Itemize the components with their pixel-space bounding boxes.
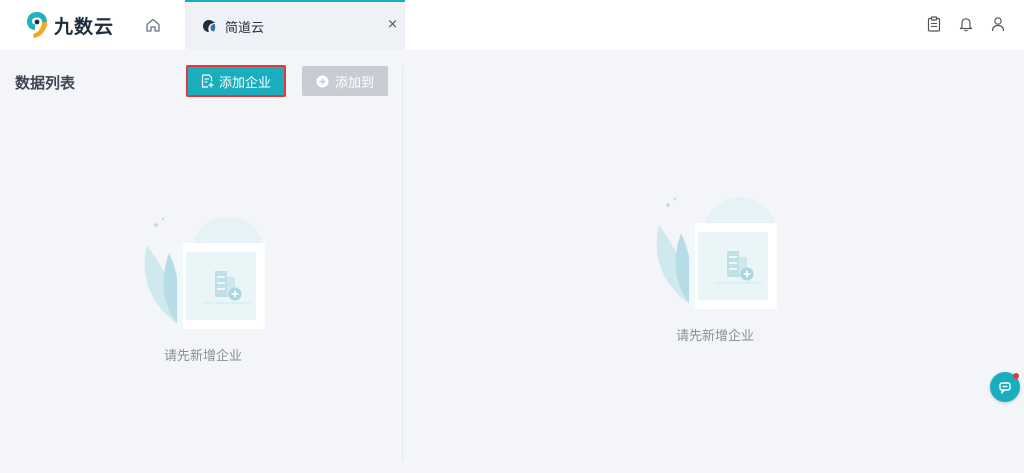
empty-state-illustration xyxy=(656,197,777,309)
tab-label: 简道云 xyxy=(225,21,265,36)
bell-icon[interactable] xyxy=(958,15,974,33)
data-list-title: 数据列表 xyxy=(15,74,76,92)
plus-circle-icon xyxy=(316,75,329,87)
add-to-label: 添加到 xyxy=(334,75,374,91)
panel-divider xyxy=(402,66,403,461)
empty-state-text: 请先新增企业 xyxy=(675,329,754,344)
logo-text: 九数云 xyxy=(54,15,115,38)
add-document-icon xyxy=(201,74,214,88)
company-list-empty-state: 请先新增企业 xyxy=(133,215,273,364)
top-bar: 九数云 简道云 × xyxy=(0,0,1024,50)
clipboard-icon[interactable] xyxy=(926,15,942,33)
user-icon[interactable] xyxy=(990,15,1006,33)
home-button[interactable] xyxy=(143,15,163,35)
notification-dot xyxy=(1013,373,1019,379)
home-icon xyxy=(146,18,160,32)
jiandaoyun-logo-icon xyxy=(203,20,216,32)
empty-state-illustration xyxy=(144,217,265,329)
add-company-button[interactable]: 添加企业 xyxy=(186,65,286,97)
app-logo[interactable]: 九数云 xyxy=(26,11,114,39)
tab-close-button[interactable]: × xyxy=(387,17,398,32)
empty-state-text: 请先新增企业 xyxy=(163,349,242,364)
support-chat-icon xyxy=(999,382,1011,394)
add-company-label: 添加企业 xyxy=(218,75,271,91)
tab-jiandaoyun[interactable]: 简道云 × xyxy=(185,0,405,50)
top-right-toolbar xyxy=(926,15,1006,33)
jiushuyun-logo-icon xyxy=(27,12,47,38)
detail-empty-state: 请先新增企业 xyxy=(645,195,785,344)
add-to-button[interactable]: 添加到 xyxy=(302,66,388,96)
support-chat-button[interactable] xyxy=(990,372,1020,402)
